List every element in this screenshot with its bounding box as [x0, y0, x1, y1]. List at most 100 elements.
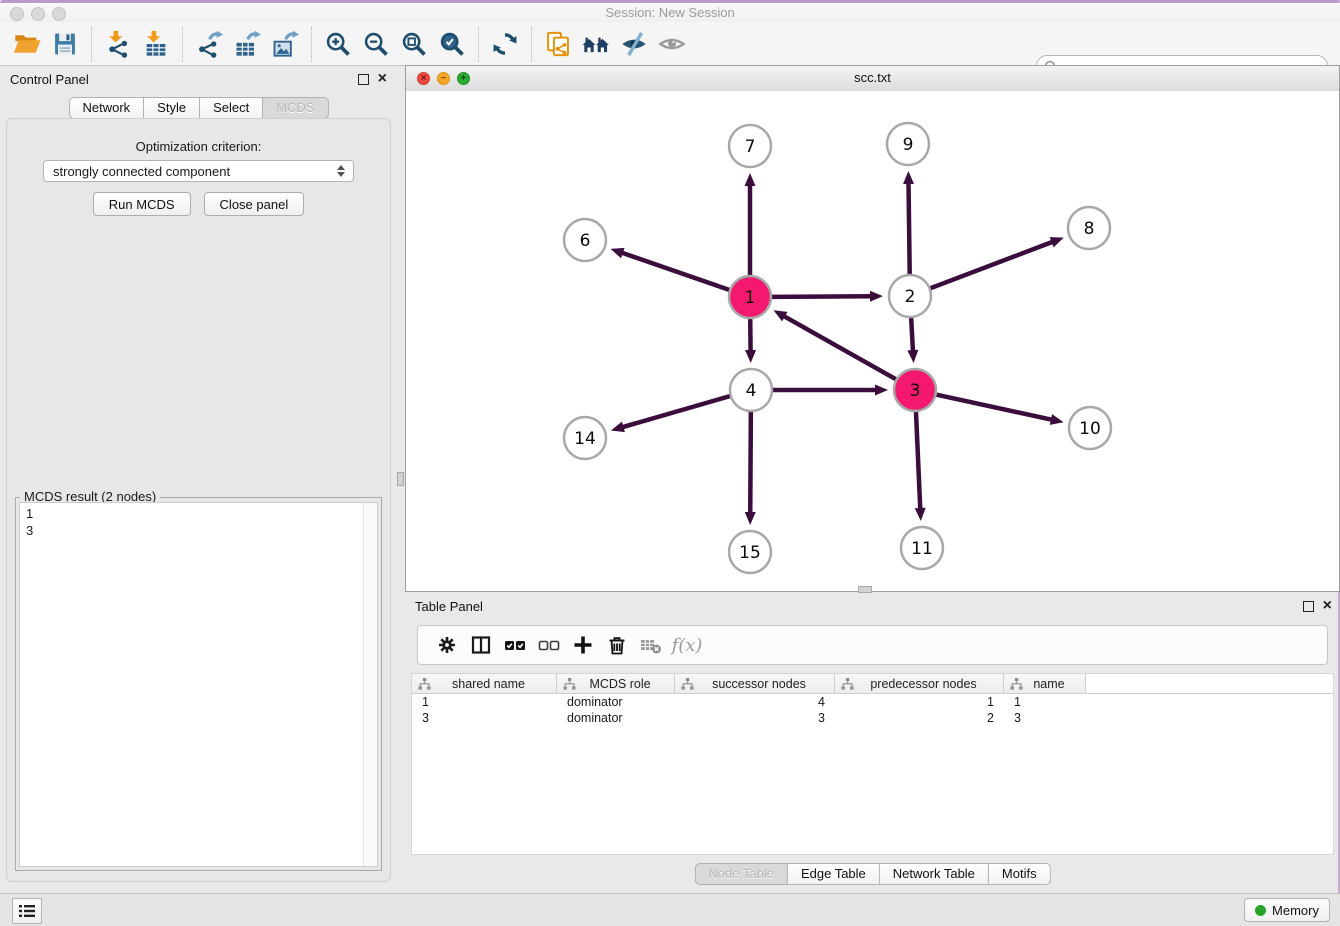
go-home-button[interactable] [580, 27, 612, 61]
toolbar-separator [478, 27, 479, 61]
delete-columns-button[interactable] [600, 630, 634, 660]
table-cell: 3 [1004, 711, 1086, 725]
graph-node-1[interactable]: 1 [729, 276, 771, 318]
hide-selected-button[interactable] [618, 27, 650, 61]
plus-icon [572, 634, 594, 656]
tab-network[interactable]: Network [68, 97, 144, 119]
toolbar-separator [531, 27, 532, 61]
graph-edge-4-15[interactable] [745, 412, 756, 525]
mcds-result-textarea[interactable]: 1 3 [19, 502, 378, 867]
graph-edge-2-9[interactable] [903, 171, 914, 274]
tab-select[interactable]: Select [200, 97, 263, 119]
zoom-fit-button[interactable] [398, 27, 430, 61]
graph-node-6[interactable]: 6 [564, 219, 606, 261]
equation-builder-button[interactable]: f(x) [668, 630, 702, 660]
graph-edge-2-8[interactable] [931, 237, 1064, 288]
column-header-mcds-role[interactable]: MCDS role [557, 674, 675, 693]
control-panel: Control Panel × NetworkStyleSelectMCDS O… [4, 70, 393, 884]
float-panel-icon[interactable] [358, 74, 369, 85]
network-canvas[interactable]: 7 9 6 8 1 2 4 3 14 10 15 11 [406, 91, 1339, 591]
graph-node-3[interactable]: 3 [894, 369, 936, 411]
zoom-out-button[interactable] [360, 27, 392, 61]
graph-node-14[interactable]: 14 [564, 417, 606, 459]
divider-grip[interactable] [858, 586, 872, 593]
export-image-button[interactable] [269, 27, 301, 61]
float-panel-icon[interactable] [1303, 601, 1314, 612]
import-network-button[interactable] [102, 27, 134, 61]
svg-text:6: 6 [580, 231, 591, 251]
table-cell: 3 [675, 711, 835, 725]
graph-edge-3-10[interactable] [936, 395, 1063, 425]
tab-node-table[interactable]: Node Table [694, 863, 788, 885]
column-header-predecessor-nodes[interactable]: predecessor nodes [835, 674, 1004, 693]
zoom-in-button[interactable] [322, 27, 354, 61]
graph-edge-1-4[interactable] [745, 319, 756, 363]
network-window-titlebar[interactable]: × − + scc.txt [406, 66, 1339, 92]
graph-node-15[interactable]: 15 [729, 531, 771, 573]
result-scrollbar[interactable] [363, 503, 377, 866]
tab-motifs[interactable]: Motifs [989, 863, 1051, 885]
import-table-button[interactable] [140, 27, 172, 61]
zoom-out-icon [362, 30, 390, 58]
window-title: Session: New Session [0, 5, 1340, 20]
export-network-button[interactable] [193, 27, 225, 61]
column-fork-icon [841, 678, 854, 690]
graph-edge-4-14[interactable] [611, 396, 730, 432]
save-session-button[interactable] [49, 27, 81, 61]
open-folder-icon [13, 30, 41, 58]
tab-mcds[interactable]: MCDS [263, 97, 328, 119]
tab-style[interactable]: Style [144, 97, 200, 119]
split-panel-button[interactable] [464, 630, 498, 660]
open-file-button[interactable] [11, 27, 43, 61]
graph-edge-4-3[interactable] [773, 385, 888, 396]
column-header-name[interactable]: name [1004, 674, 1086, 693]
column-header-shared-name[interactable]: shared name [412, 674, 557, 693]
graph-node-2[interactable]: 2 [889, 275, 931, 317]
close-panel-button[interactable]: Close panel [204, 192, 305, 216]
tab-network-table[interactable]: Network Table [880, 863, 989, 885]
table-row[interactable]: 1dominator411 [412, 694, 1333, 710]
graph-node-10[interactable]: 10 [1069, 407, 1111, 449]
table-body: 1dominator4113dominator323 [412, 694, 1333, 726]
table-row[interactable]: 3dominator323 [412, 710, 1333, 726]
graph-node-9[interactable]: 9 [887, 123, 929, 165]
graph-node-11[interactable]: 11 [901, 527, 943, 569]
graph-edge-1-7[interactable] [745, 173, 756, 275]
graph-edge-3-11[interactable] [915, 412, 926, 521]
export-table-button[interactable] [231, 27, 263, 61]
graph-node-8[interactable]: 8 [1068, 207, 1110, 249]
network-window-title: scc.txt [406, 70, 1339, 85]
mcds-result-text: 1 3 [20, 503, 377, 541]
column-header-successor-nodes[interactable]: successor nodes [675, 674, 835, 693]
zoom-selected-button[interactable] [436, 27, 468, 61]
refresh-layout-icon [491, 30, 519, 58]
memory-button[interactable]: Memory [1244, 898, 1330, 922]
criterion-label: Optimization criterion: [7, 139, 390, 154]
run-mcds-button[interactable]: Run MCDS [93, 192, 191, 216]
show-all-button[interactable] [656, 27, 688, 61]
graph-node-4[interactable]: 4 [730, 369, 772, 411]
close-panel-icon[interactable]: × [1323, 600, 1332, 612]
table-header-row: shared nameMCDS rolesuccessor nodesprede… [412, 674, 1333, 694]
tab-edge-table[interactable]: Edge Table [788, 863, 880, 885]
network-graph: 7 9 6 8 1 2 4 3 14 10 15 11 [406, 91, 1339, 591]
graph-edge-1-6[interactable] [611, 248, 730, 290]
graph-edge-2-3[interactable] [907, 318, 918, 363]
task-history-button[interactable] [12, 898, 42, 924]
control-panel-tabs: NetworkStyleSelectMCDS [68, 97, 328, 119]
unselect-all-columns-button[interactable] [532, 630, 566, 660]
new-network-from-file-button[interactable] [542, 27, 574, 61]
table-toolbar: f(x) [417, 625, 1328, 665]
criterion-dropdown[interactable]: strongly connected component [43, 160, 354, 182]
graph-edge-1-2[interactable] [772, 291, 883, 302]
divider-grip[interactable] [397, 472, 404, 486]
add-column-button[interactable] [566, 630, 600, 660]
close-panel-icon[interactable]: × [378, 73, 387, 85]
destroy-table-button[interactable] [634, 630, 668, 660]
apply-layout-button[interactable] [489, 27, 521, 61]
graph-edge-3-1[interactable] [774, 310, 896, 379]
column-settings-button[interactable] [430, 630, 464, 660]
graph-node-7[interactable]: 7 [729, 125, 771, 167]
select-all-columns-button[interactable] [498, 630, 532, 660]
toolbar-separator [182, 27, 183, 61]
